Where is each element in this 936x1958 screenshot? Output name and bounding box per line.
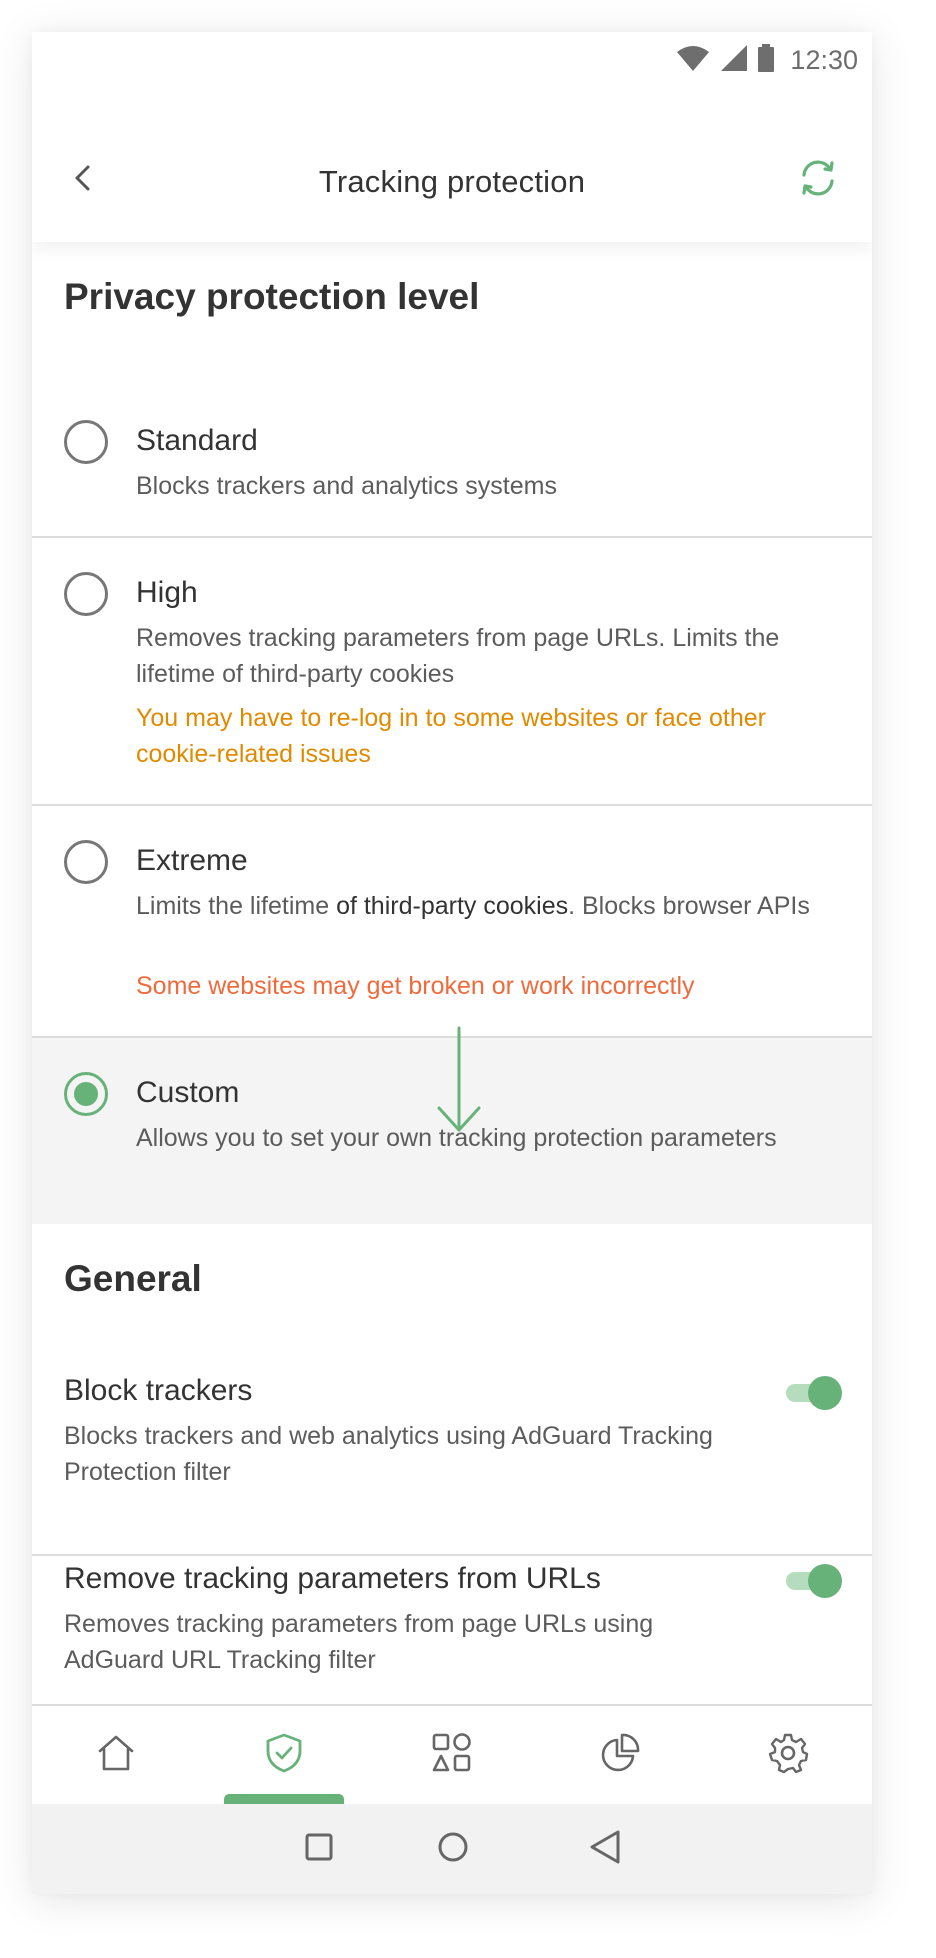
description-part-emphasis: of third-party cookies [336, 892, 569, 920]
statistics-pie-icon [598, 1731, 642, 1780]
radio-standard[interactable] [64, 420, 108, 464]
triangle-back-icon [588, 1829, 622, 1870]
app-bar: Tracking protection [32, 92, 872, 242]
nav-protection[interactable] [200, 1706, 368, 1804]
setting-description: Removes tracking parameters from page UR… [64, 1610, 654, 1674]
nav-statistics[interactable] [536, 1706, 704, 1804]
nav-settings[interactable] [704, 1706, 872, 1804]
option-description: Removes tracking parameters from page UR… [136, 624, 780, 688]
block-trackers-toggle[interactable] [786, 1376, 842, 1410]
home-icon [94, 1731, 138, 1780]
arrow-down-icon [434, 1026, 484, 1136]
option-high[interactable]: High Removes tracking parameters from pa… [32, 538, 872, 804]
back-system-button[interactable] [580, 1824, 630, 1874]
toggle-thumb [808, 1564, 842, 1598]
nav-apps[interactable] [368, 1706, 536, 1804]
option-label: Standard [136, 424, 258, 457]
general-title: General [64, 1258, 202, 1299]
option-standard[interactable]: Standard Blocks trackers and analytics s… [32, 382, 872, 536]
setting-description: Blocks trackers and web analytics using … [64, 1422, 713, 1486]
nav-home[interactable] [32, 1706, 200, 1804]
option-warning: You may have to re-log in to some websit… [136, 704, 766, 768]
phone-screen: 12:30 Tracking protection Privacy protec… [32, 32, 872, 1894]
refresh-button[interactable] [794, 154, 842, 202]
option-extreme[interactable]: Extreme Limits the lifetime of third-par… [32, 806, 872, 1036]
option-label: Extreme [136, 844, 248, 877]
setting-label: Block trackers [64, 1374, 253, 1407]
cellular-signal-icon [720, 44, 748, 77]
battery-icon [758, 43, 775, 77]
settings-gear-icon [766, 1731, 810, 1780]
radio-high[interactable] [64, 572, 108, 616]
status-bar: 12:30 [32, 32, 872, 92]
shield-check-icon [262, 1731, 306, 1780]
privacy-level-title: Privacy protection level [64, 276, 480, 317]
status-time: 12:30 [790, 44, 858, 75]
page-title: Tracking protection [318, 164, 586, 199]
option-label: Custom [136, 1076, 240, 1109]
wifi-icon [676, 44, 710, 77]
option-label: High [136, 576, 198, 609]
circle-icon [437, 1831, 469, 1868]
home-system-button[interactable] [428, 1824, 478, 1874]
bottom-navigation [32, 1704, 872, 1804]
sync-icon [794, 160, 842, 206]
system-navigation-bar [32, 1804, 872, 1894]
square-icon [304, 1832, 334, 1867]
setting-remove-tracking-params[interactable]: Remove tracking parameters from URLs Rem… [32, 1556, 872, 1702]
option-description: Limits the lifetime of third-party cooki… [136, 888, 842, 924]
recents-button[interactable] [294, 1824, 344, 1874]
remove-tracking-params-toggle[interactable] [786, 1564, 842, 1598]
description-part: Limits the lifetime [136, 892, 337, 920]
option-description: Allows you to set your own tracking prot… [136, 1124, 777, 1152]
apps-grid-icon [430, 1731, 474, 1780]
setting-label: Remove tracking parameters from URLs [64, 1562, 601, 1595]
active-tab-indicator [224, 1794, 344, 1804]
radio-custom[interactable] [64, 1072, 108, 1116]
radio-extreme[interactable] [64, 840, 108, 884]
option-warning: Some websites may get broken or work inc… [136, 972, 695, 1000]
description-part: . Blocks browser APIs [568, 892, 810, 920]
toggle-thumb [808, 1376, 842, 1410]
option-description: Blocks trackers and analytics systems [136, 472, 557, 500]
setting-block-trackers[interactable]: Block trackers Blocks trackers and web a… [32, 1368, 872, 1554]
